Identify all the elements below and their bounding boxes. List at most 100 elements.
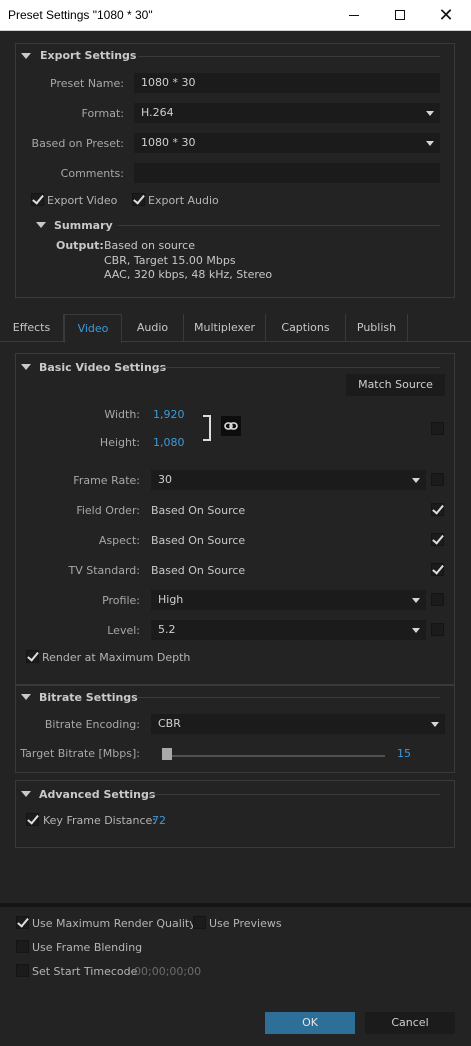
export-settings-header: Export Settings <box>40 49 137 62</box>
link-dimensions-button[interactable] <box>221 416 241 436</box>
match-source-button[interactable]: Match Source <box>346 374 445 396</box>
dimensions-override-checkbox[interactable] <box>431 422 444 435</box>
link-bracket <box>203 415 211 441</box>
tv-standard-label: TV Standard: <box>68 564 141 577</box>
chevron-down-icon <box>412 478 420 483</box>
max-render-quality-label: Use Maximum Render Quality <box>32 917 196 930</box>
output-line-3: AAC, 320 kbps, 48 kHz, Stereo <box>104 268 273 281</box>
chevron-down-icon <box>426 111 434 116</box>
collapse-triangle-icon[interactable] <box>21 694 31 700</box>
minimize-icon <box>349 14 359 16</box>
start-timecode-label: Set Start Timecode <box>32 965 138 978</box>
bitrate-encoding-select[interactable]: CBR <box>151 714 445 734</box>
field-order-value: Based On Source <box>151 504 246 517</box>
key-frame-distance-value[interactable]: 72 <box>152 814 166 827</box>
link-icon <box>224 422 238 430</box>
bitrate-encoding-value: CBR <box>158 717 181 730</box>
tab-bar: Effects Video Audio Multiplexer Captions… <box>0 314 471 343</box>
summary-header: Summary <box>54 219 113 232</box>
profile-override-checkbox[interactable] <box>431 593 444 606</box>
preset-name-label: Preset Name: <box>50 77 124 90</box>
frame-rate-value: 30 <box>158 473 172 486</box>
divider <box>136 697 440 698</box>
key-frame-distance-label: Key Frame Distance: <box>43 814 157 827</box>
footer-separator <box>0 903 471 907</box>
format-value: H.264 <box>141 106 174 119</box>
target-bitrate-label: Target Bitrate [Mbps]: <box>20 747 140 760</box>
height-label: Height: <box>99 436 140 449</box>
level-label: Level: <box>107 624 140 637</box>
chevron-down-icon <box>412 628 420 633</box>
output-line-1: Based on source <box>104 239 195 252</box>
max-render-quality-checkbox[interactable] <box>16 916 29 929</box>
profile-label: Profile: <box>102 594 140 607</box>
title-bar: Preset Settings "1080 * 30" ✕ <box>0 0 471 31</box>
collapse-triangle-icon[interactable] <box>36 222 46 228</box>
collapse-triangle-icon[interactable] <box>21 364 31 370</box>
profile-select[interactable]: High <box>151 590 426 610</box>
cancel-button[interactable]: Cancel <box>365 1012 455 1034</box>
collapse-triangle-icon[interactable] <box>21 53 31 59</box>
tab-captions[interactable]: Captions <box>266 314 346 342</box>
frame-rate-select[interactable]: 30 <box>151 470 426 490</box>
divider <box>158 367 440 368</box>
width-value[interactable]: 1,920 <box>153 408 185 421</box>
target-bitrate-slider[interactable] <box>163 755 385 757</box>
frame-blending-label: Use Frame Blending <box>32 941 143 954</box>
chevron-down-icon <box>412 598 420 603</box>
level-value: 5.2 <box>158 623 176 636</box>
field-order-label: Field Order: <box>76 504 140 517</box>
maximize-button[interactable] <box>377 0 423 31</box>
ok-button[interactable]: OK <box>265 1012 355 1034</box>
comments-label: Comments: <box>60 167 124 180</box>
output-line-2: CBR, Target 15.00 Mbps <box>104 254 236 267</box>
level-override-checkbox[interactable] <box>431 623 444 636</box>
frame-rate-override-checkbox[interactable] <box>431 473 444 486</box>
aspect-checkbox[interactable] <box>431 533 444 546</box>
minimize-button[interactable] <box>331 0 377 31</box>
tv-standard-value: Based On Source <box>151 564 246 577</box>
aspect-value: Based On Source <box>151 534 246 547</box>
profile-value: High <box>158 593 184 606</box>
based-on-preset-select[interactable]: 1080 * 30 <box>134 133 440 153</box>
target-bitrate-slider-thumb[interactable] <box>162 748 172 760</box>
preset-name-input[interactable]: 1080 * 30 <box>134 73 440 93</box>
target-bitrate-value[interactable]: 15 <box>397 747 411 760</box>
tab-video[interactable]: Video <box>64 314 122 343</box>
level-select[interactable]: 5.2 <box>151 620 426 640</box>
comments-input[interactable] <box>134 163 440 183</box>
tab-effects[interactable]: Effects <box>0 314 64 342</box>
export-audio-checkbox[interactable] <box>132 193 145 206</box>
advanced-header: Advanced Settings <box>39 788 156 801</box>
height-value[interactable]: 1,080 <box>153 436 185 449</box>
key-frame-distance-checkbox[interactable] <box>26 813 39 826</box>
format-label: Format: <box>81 107 124 120</box>
tab-publish[interactable]: Publish <box>346 314 408 342</box>
collapse-triangle-icon[interactable] <box>21 791 31 797</box>
divider <box>138 56 440 57</box>
aspect-label: Aspect: <box>98 534 140 547</box>
field-order-checkbox[interactable] <box>431 503 444 516</box>
chevron-down-icon <box>431 722 439 727</box>
based-on-preset-value: 1080 * 30 <box>141 136 196 149</box>
frame-blending-checkbox[interactable] <box>16 940 29 953</box>
tab-audio[interactable]: Audio <box>122 314 184 342</box>
tv-standard-checkbox[interactable] <box>431 563 444 576</box>
use-previews-label: Use Previews <box>209 917 282 930</box>
close-button[interactable]: ✕ <box>423 0 469 31</box>
bitrate-header: Bitrate Settings <box>39 691 138 704</box>
start-timecode-value[interactable]: 00;00;00;00 <box>134 965 201 978</box>
maximize-icon <box>395 10 405 20</box>
based-on-preset-label: Based on Preset: <box>31 137 124 150</box>
divider <box>118 225 440 226</box>
use-previews-checkbox[interactable] <box>193 916 206 929</box>
format-select[interactable]: H.264 <box>134 103 440 123</box>
render-max-depth-label: Render at Maximum Depth <box>42 651 191 664</box>
tab-multiplexer[interactable]: Multiplexer <box>184 314 266 342</box>
start-timecode-checkbox[interactable] <box>16 964 29 977</box>
export-video-label: Export Video <box>47 194 118 207</box>
render-max-depth-checkbox[interactable] <box>26 650 39 663</box>
width-label: Width: <box>104 408 140 421</box>
output-label: Output: <box>56 239 104 252</box>
export-video-checkbox[interactable] <box>31 193 44 206</box>
